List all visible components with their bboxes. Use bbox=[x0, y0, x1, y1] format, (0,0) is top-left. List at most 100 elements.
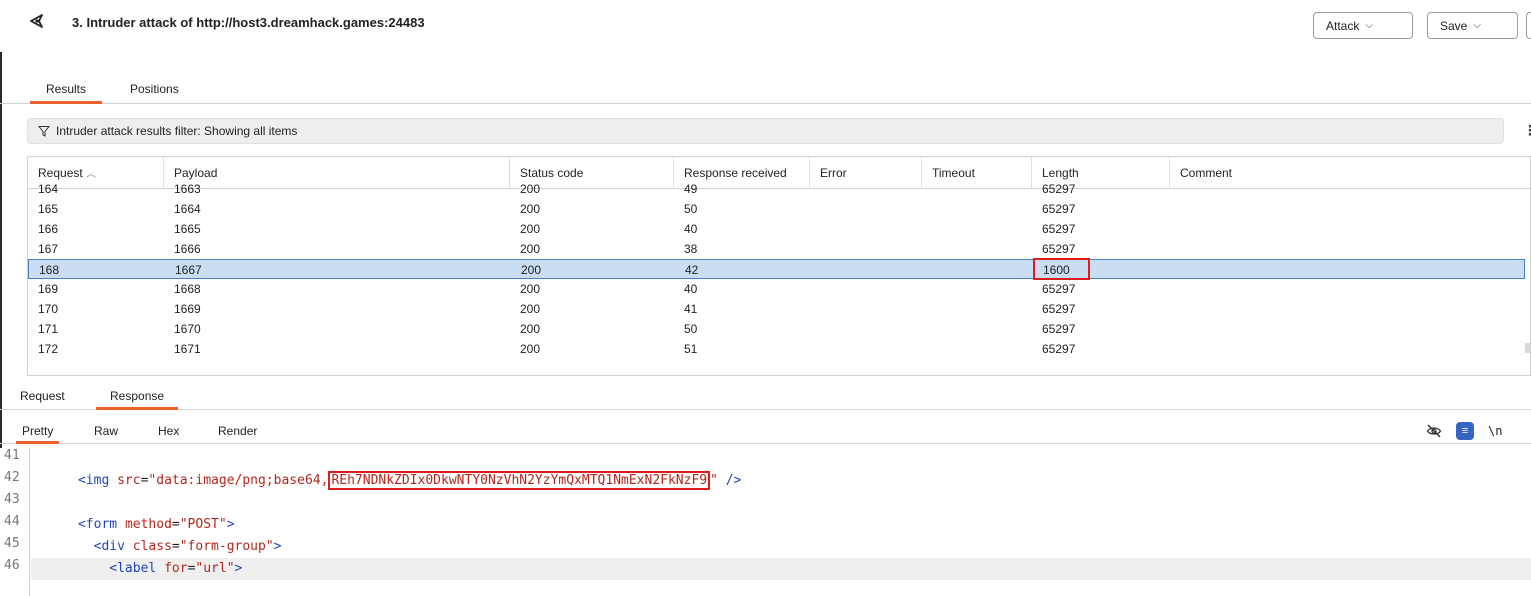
word-wrap-icon[interactable]: ≡ bbox=[1456, 422, 1474, 440]
chevron-down-icon: ⌵ bbox=[1365, 20, 1373, 31]
message-tabs: Request Response bbox=[0, 384, 1531, 410]
tab-pretty[interactable]: Pretty bbox=[16, 424, 60, 444]
save-button[interactable]: Save ⌵ bbox=[1427, 12, 1518, 39]
cell-payload: 1669 bbox=[174, 302, 201, 316]
cell-request: 170 bbox=[38, 302, 59, 316]
cell-request: 171 bbox=[38, 322, 59, 336]
overflow-button[interactable] bbox=[1526, 12, 1531, 39]
base64-flag-highlight: REh7NDNkZDIx0DkwNTY0NzVhN2YzYmQxMTQ1NmEx… bbox=[328, 471, 711, 490]
img-attr: src bbox=[117, 473, 141, 488]
cell-received: 50 bbox=[684, 202, 698, 216]
label-close: > bbox=[234, 561, 243, 576]
form-attr: method bbox=[124, 517, 172, 532]
line-number: 41 bbox=[4, 448, 20, 463]
cell-payload: 1667 bbox=[175, 263, 202, 277]
cell-status: 200 bbox=[521, 263, 542, 277]
tab-response[interactable]: Response bbox=[96, 389, 179, 410]
filter-text: Intruder attack results filter: Showing … bbox=[56, 124, 298, 138]
img-value-prefix: "data:image/png;base64, bbox=[148, 473, 329, 488]
table-row[interactable]: 167 1666 200 38 65297 bbox=[28, 239, 1525, 259]
table-row[interactable]: 169 1668 200 40 65297 bbox=[28, 279, 1525, 299]
results-filter-bar[interactable]: Intruder attack results filter: Showing … bbox=[27, 118, 1504, 144]
table-row[interactable]: 166 1665 200 40 65297 bbox=[28, 219, 1525, 239]
cell-request: 169 bbox=[38, 282, 59, 296]
cell-received: 40 bbox=[684, 282, 698, 296]
cell-received: 49 bbox=[684, 182, 698, 196]
cell-status: 200 bbox=[520, 222, 541, 236]
cell-received: 42 bbox=[685, 263, 699, 277]
cell-request: 166 bbox=[38, 222, 59, 236]
tab-positions[interactable]: Positions bbox=[114, 82, 195, 104]
cell-status: 200 bbox=[520, 342, 541, 356]
cell-received: 41 bbox=[684, 302, 698, 316]
save-button-label: Save bbox=[1440, 18, 1468, 33]
more-options-icon[interactable]: ⋮ bbox=[1523, 122, 1531, 139]
table-row[interactable]: 171 1670 200 50 65297 bbox=[28, 319, 1525, 339]
div-tag: <div bbox=[93, 539, 125, 554]
tab-results[interactable]: Results bbox=[30, 82, 103, 104]
tab-render[interactable]: Render bbox=[212, 424, 263, 444]
line-number: 46 bbox=[4, 558, 20, 573]
cell-length: 65297 bbox=[1042, 342, 1076, 356]
line-number: 42 bbox=[4, 470, 20, 485]
table-row-selected[interactable]: 168 1667 200 42 1600 bbox=[28, 258, 1525, 280]
cell-length: 65297 bbox=[1042, 182, 1076, 196]
cell-status: 200 bbox=[520, 282, 541, 296]
line-number: 45 bbox=[4, 536, 20, 551]
table-row[interactable]: 172 1671 200 51 65297 bbox=[28, 339, 1525, 359]
hide-eye-icon[interactable] bbox=[1426, 423, 1442, 439]
line-number-gutter: 41 42 43 44 45 46 bbox=[0, 448, 30, 596]
form-close: > bbox=[226, 517, 235, 532]
attack-tabs: Results Positions bbox=[0, 78, 1531, 104]
div-value: "form-group" bbox=[179, 539, 274, 554]
cell-payload: 1670 bbox=[174, 322, 201, 336]
label-tag: <label bbox=[109, 561, 157, 576]
cell-payload: 1671 bbox=[174, 342, 201, 356]
attack-button[interactable]: Attack ⌵ bbox=[1313, 12, 1413, 39]
line-number: 44 bbox=[4, 514, 20, 529]
cell-length: 65297 bbox=[1042, 282, 1076, 296]
tab-request[interactable]: Request bbox=[6, 389, 79, 410]
message-toolbar: ≡ \n bbox=[1426, 420, 1502, 442]
form-value: "POST" bbox=[179, 517, 227, 532]
attack-button-label: Attack bbox=[1326, 18, 1360, 33]
cell-length: 65297 bbox=[1042, 242, 1076, 256]
cell-payload: 1664 bbox=[174, 202, 201, 216]
cell-length: 65297 bbox=[1042, 202, 1076, 216]
filter-icon bbox=[38, 126, 50, 137]
img-value-suffix: " bbox=[710, 473, 718, 488]
chevron-down-icon: ⌵ bbox=[1473, 20, 1481, 31]
cell-status: 200 bbox=[520, 202, 541, 216]
cell-status: 200 bbox=[520, 242, 541, 256]
response-editor[interactable]: 41 42 43 44 45 46 <img src="data:image/p… bbox=[0, 448, 1531, 596]
results-table: Request ︿ Payload Status code Response r… bbox=[27, 156, 1531, 376]
attack-title: 3. Intruder attack of http://host3.dream… bbox=[72, 15, 425, 30]
newline-icon[interactable]: \n bbox=[1488, 424, 1502, 438]
cell-length: 65297 bbox=[1042, 302, 1076, 316]
cell-received: 38 bbox=[684, 242, 698, 256]
code-line: <div class="form-group"> bbox=[93, 539, 282, 554]
table-scrollbar-thumb[interactable] bbox=[1525, 343, 1530, 353]
tab-raw[interactable]: Raw bbox=[88, 424, 124, 444]
view-tabs: Pretty Raw Hex Render bbox=[0, 420, 1531, 444]
code-line: <img src="data:image/png;base64, REh7NDNk… bbox=[77, 471, 742, 490]
cell-length: 65297 bbox=[1042, 222, 1076, 236]
cell-request: 167 bbox=[38, 242, 59, 256]
img-close: /> bbox=[717, 473, 742, 488]
code-line-current: <label for="url"> bbox=[31, 558, 1531, 580]
label-value: "url" bbox=[195, 561, 235, 576]
table-row[interactable]: 164 1663 200 49 65297 bbox=[28, 179, 1525, 199]
cell-status: 200 bbox=[520, 182, 541, 196]
tab-hex[interactable]: Hex bbox=[152, 424, 185, 444]
cell-status: 200 bbox=[520, 302, 541, 316]
cell-received: 51 bbox=[684, 342, 698, 356]
title-bar: 3. Intruder attack of http://host3.dream… bbox=[0, 0, 1531, 52]
table-row[interactable]: 165 1664 200 50 65297 bbox=[28, 199, 1525, 219]
table-row[interactable]: 170 1669 200 41 65297 bbox=[28, 299, 1525, 319]
line-number: 43 bbox=[4, 492, 20, 507]
length-highlight-box bbox=[1033, 258, 1090, 280]
cell-request: 172 bbox=[38, 342, 59, 356]
label-attr: for bbox=[164, 561, 188, 576]
